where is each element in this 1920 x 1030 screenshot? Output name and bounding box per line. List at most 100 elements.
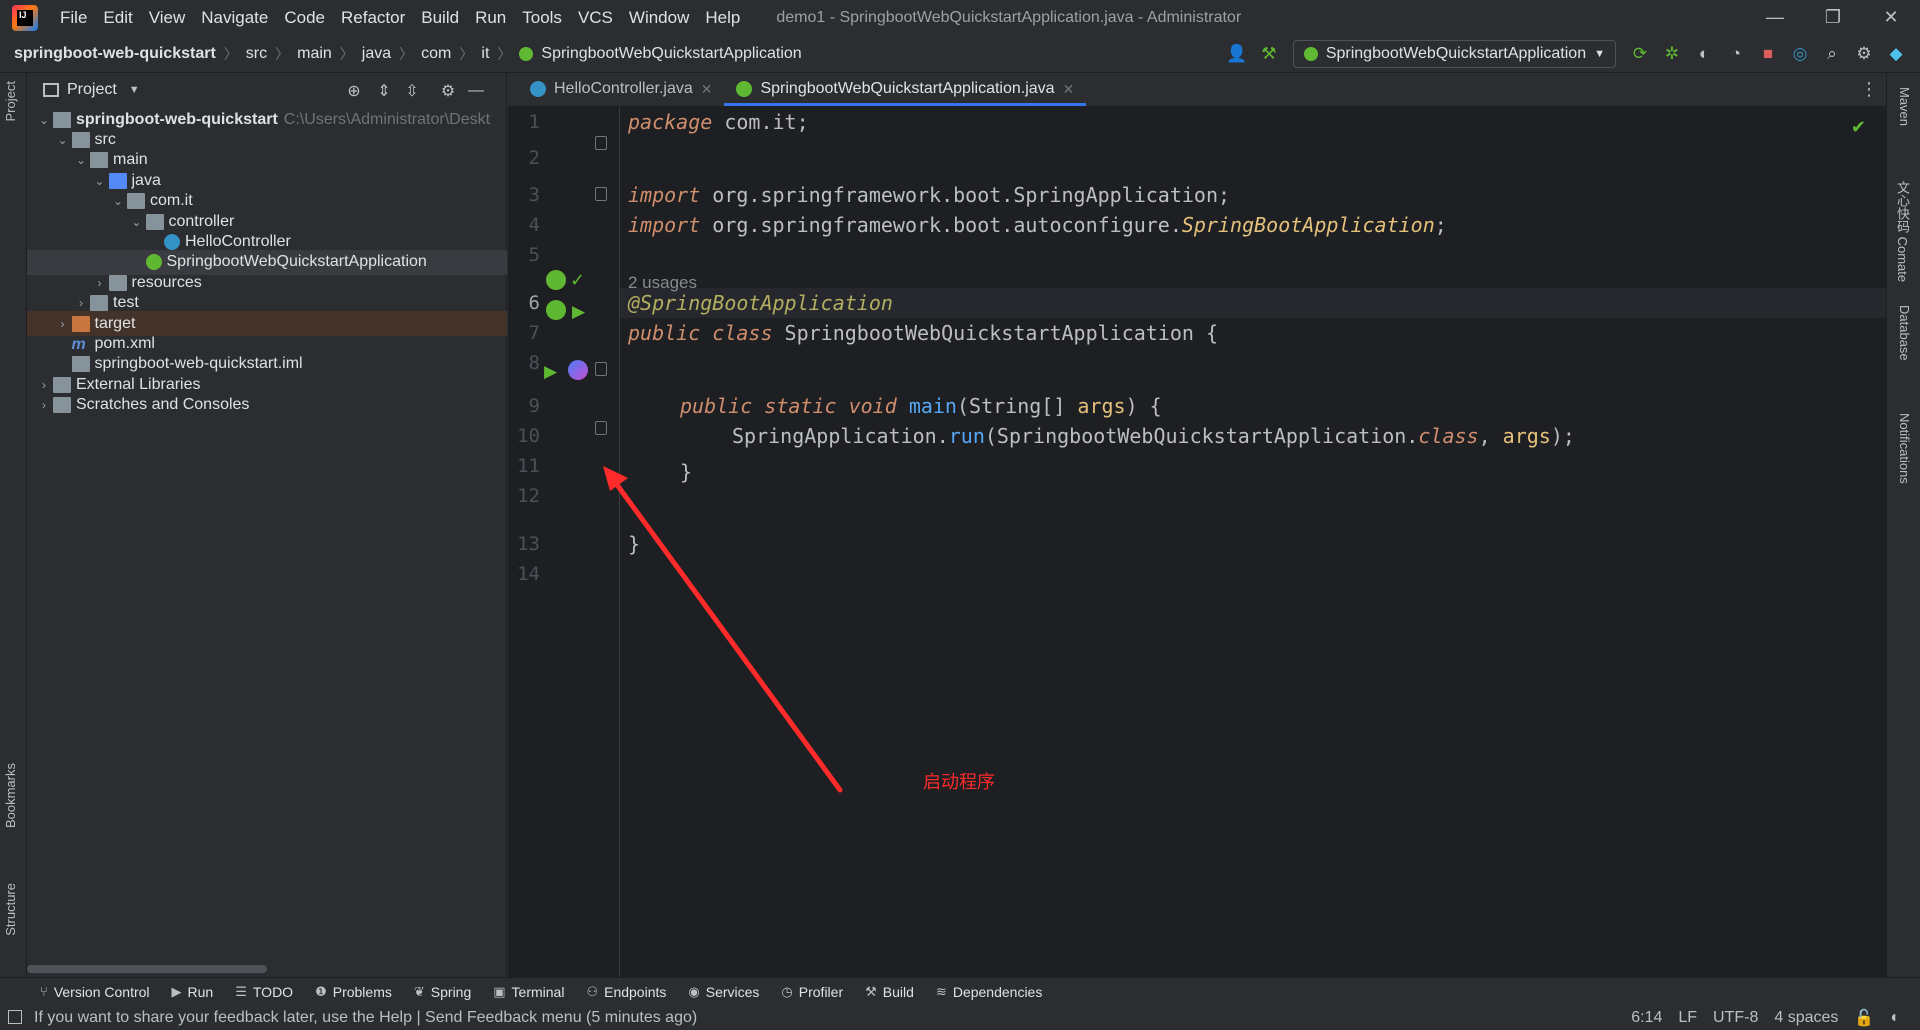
menu-navigate[interactable]: Navigate bbox=[193, 8, 276, 28]
chevron-down-icon[interactable]: ⌄ bbox=[35, 113, 53, 127]
search-icon[interactable]: ⌕ bbox=[1816, 38, 1848, 70]
tool-build[interactable]: ⚒ Build bbox=[865, 984, 914, 1000]
tree-item[interactable]: › Scratches and Consoles bbox=[27, 393, 507, 418]
endpoints-icon: ⚇ bbox=[586, 983, 599, 999]
chevron-right-icon[interactable]: › bbox=[91, 276, 109, 290]
fold-icon[interactable] bbox=[595, 187, 607, 201]
chevron-right-icon[interactable]: › bbox=[35, 398, 53, 412]
menu-edit[interactable]: Edit bbox=[95, 8, 140, 28]
fold-icon[interactable] bbox=[595, 362, 607, 376]
close-icon[interactable]: ✕ bbox=[701, 81, 713, 98]
close-icon[interactable]: ✕ bbox=[1063, 81, 1075, 98]
caret-position[interactable]: 6:14 bbox=[1631, 1009, 1662, 1027]
tool-window-comate[interactable]: 文心快码 Comate bbox=[1893, 181, 1912, 282]
chevron-down-icon[interactable]: ⌄ bbox=[54, 133, 72, 147]
tool-services[interactable]: ◉ Services bbox=[688, 984, 759, 1000]
coverage-icon[interactable]: ◐ bbox=[1688, 38, 1720, 70]
plugin-logo-icon[interactable]: ◆ bbox=[1880, 38, 1912, 70]
gear-icon[interactable]: ⚙ bbox=[1848, 38, 1880, 70]
code-area[interactable]: 1 2 3 4 5 6 7 8 9 10 11 12 13 14 ✔ ✓ ▶ ▶ package com.… bbox=[508, 107, 1886, 977]
menu-build[interactable]: Build bbox=[413, 8, 467, 28]
breadcrumb-com[interactable]: com bbox=[417, 45, 455, 63]
spring-config-check-icon[interactable]: ✓ bbox=[570, 270, 590, 290]
breadcrumb-main[interactable]: main bbox=[293, 45, 336, 63]
tool-terminal[interactable]: ▣ Terminal bbox=[493, 984, 564, 1000]
chevron-down-icon[interactable]: ▼ bbox=[129, 84, 140, 96]
chevron-down-icon[interactable]: ⌄ bbox=[109, 194, 127, 208]
profile-icon[interactable]: ◔ bbox=[1720, 38, 1752, 70]
line-separator[interactable]: LF bbox=[1678, 1009, 1697, 1027]
minimize-icon[interactable]: — bbox=[1746, 0, 1804, 35]
menu-refactor[interactable]: Refactor bbox=[333, 8, 413, 28]
tool-run[interactable]: ▶ Run bbox=[172, 984, 214, 1000]
tab-hello-controller[interactable]: HelloController.java ✕ bbox=[518, 72, 724, 106]
tool-version-control[interactable]: ⑂ Version Control bbox=[40, 984, 150, 1000]
tool-window-database[interactable]: Database bbox=[1897, 305, 1912, 361]
project-panel-title[interactable]: Project bbox=[67, 81, 117, 99]
menu-code[interactable]: Code bbox=[276, 8, 333, 28]
chevron-down-icon[interactable]: ⌄ bbox=[91, 174, 109, 188]
tool-window-project[interactable]: Project bbox=[3, 81, 18, 121]
tool-todo[interactable]: ☰ TODO bbox=[235, 984, 293, 1000]
inspection-ok-icon[interactable]: ✔ bbox=[1851, 117, 1866, 138]
menu-help[interactable]: Help bbox=[697, 8, 748, 28]
breadcrumb-project[interactable]: springboot-web-quickstart bbox=[10, 45, 220, 63]
spring-bean-icon[interactable] bbox=[546, 270, 566, 290]
expand-all-icon[interactable]: ⇕ bbox=[373, 80, 395, 102]
scratches-icon bbox=[53, 397, 71, 414]
more-options-icon[interactable]: ⋮ bbox=[1860, 79, 1878, 100]
inspection-icon[interactable]: ◐ bbox=[1890, 1009, 1900, 1027]
fold-icon[interactable] bbox=[595, 136, 607, 150]
user-icon[interactable]: 👤 bbox=[1221, 38, 1253, 70]
restore-icon[interactable]: ❐ bbox=[1804, 0, 1862, 35]
tool-dependencies[interactable]: ≋ Dependencies bbox=[936, 984, 1042, 1000]
menu-file[interactable]: File bbox=[52, 8, 95, 28]
run-main-icon[interactable]: ▶ bbox=[544, 362, 564, 382]
run-class-icon[interactable]: ▶ bbox=[572, 302, 592, 322]
tool-problems[interactable]: ❶ Problems bbox=[315, 984, 392, 1000]
file-encoding[interactable]: UTF-8 bbox=[1713, 1009, 1758, 1027]
tool-endpoints[interactable]: ⚇ Endpoints bbox=[586, 984, 666, 1000]
chevron-down-icon[interactable]: ⌄ bbox=[128, 215, 146, 229]
rerun-icon[interactable]: ⟳ bbox=[1624, 38, 1656, 70]
menu-run[interactable]: Run bbox=[467, 8, 514, 28]
breadcrumb-class[interactable]: SpringbootWebQuickstartApplication bbox=[537, 45, 805, 63]
lock-icon[interactable]: 🔓 bbox=[1854, 1008, 1874, 1028]
comate-gutter-icon[interactable] bbox=[568, 360, 588, 380]
locate-icon[interactable]: ⊕ bbox=[343, 80, 365, 102]
breadcrumb-src[interactable]: src bbox=[242, 45, 271, 63]
horizontal-scrollbar[interactable] bbox=[27, 965, 267, 973]
stop-icon[interactable]: ■ bbox=[1752, 38, 1784, 70]
menu-window[interactable]: Window bbox=[621, 8, 697, 28]
chevron-right-icon[interactable]: › bbox=[72, 296, 90, 310]
tool-profiler[interactable]: ◷ Profiler bbox=[781, 984, 843, 1000]
breadcrumb-java[interactable]: java bbox=[358, 45, 395, 63]
close-window-icon[interactable]: ✕ bbox=[1862, 0, 1920, 35]
chevron-right-icon[interactable]: › bbox=[54, 317, 72, 331]
build-hammer-icon[interactable]: ⚒ bbox=[1253, 38, 1285, 70]
chevron-right-icon[interactable]: › bbox=[35, 378, 53, 392]
tab-springboot-application[interactable]: SpringbootWebQuickstartApplication.java … bbox=[724, 72, 1087, 106]
menu-vcs[interactable]: VCS bbox=[570, 8, 621, 28]
status-message[interactable]: If you want to share your feedback later… bbox=[34, 1009, 697, 1027]
indent-setting[interactable]: 4 spaces bbox=[1774, 1009, 1838, 1027]
panel-toggle-icon[interactable] bbox=[8, 1010, 22, 1024]
menu-tools[interactable]: Tools bbox=[514, 8, 570, 28]
comate-icon[interactable]: ◎ bbox=[1784, 38, 1816, 70]
chevron-down-icon[interactable]: ⌄ bbox=[72, 153, 90, 167]
menu-view[interactable]: View bbox=[141, 8, 194, 28]
tool-window-maven[interactable]: Maven bbox=[1897, 87, 1912, 126]
tool-window-structure[interactable]: Structure bbox=[3, 883, 18, 936]
tool-window-notifications[interactable]: Notifications bbox=[1897, 413, 1912, 484]
editor: HelloController.java ✕ SpringbootWebQuic… bbox=[508, 73, 1886, 977]
gear-icon[interactable]: ⚙ bbox=[437, 80, 459, 102]
collapse-all-icon[interactable]: ⇳ bbox=[401, 80, 423, 102]
tool-spring[interactable]: ❦ Spring bbox=[414, 984, 471, 1000]
run-configuration-select[interactable]: SpringbootWebQuickstartApplication ▼ bbox=[1292, 40, 1616, 68]
debug-icon[interactable]: ✲ bbox=[1656, 38, 1688, 70]
fold-icon[interactable] bbox=[595, 421, 607, 435]
tool-window-bookmarks[interactable]: Bookmarks bbox=[3, 763, 18, 828]
spring-boot-app-icon[interactable] bbox=[546, 300, 566, 320]
breadcrumb-it[interactable]: it bbox=[477, 45, 493, 63]
hide-panel-icon[interactable]: — bbox=[465, 80, 487, 102]
